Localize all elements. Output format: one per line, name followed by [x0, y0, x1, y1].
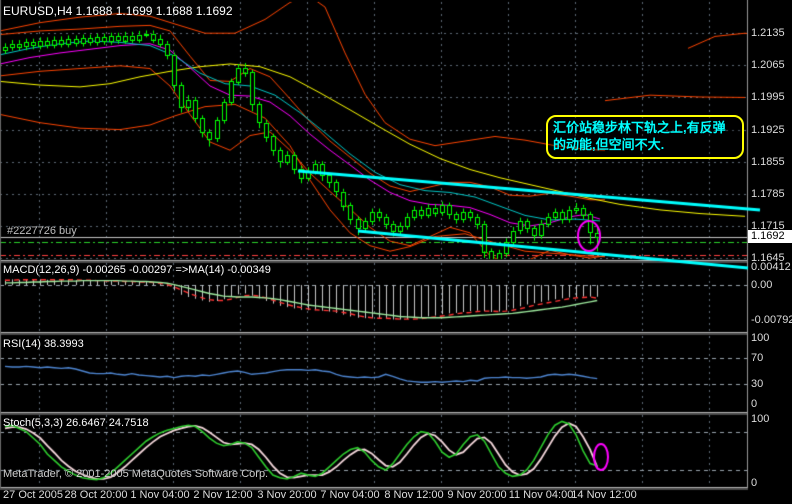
price-axis-tick: 1.1925	[751, 124, 785, 136]
price-axis-tick: 1.2135	[751, 27, 785, 39]
time-axis-tick: 28 Oct 20:00	[64, 489, 128, 501]
price-axis-tick: 30	[751, 378, 764, 390]
price-axis-tick: 100	[751, 413, 770, 425]
price-axis-tick: 0	[751, 398, 758, 410]
time-axis-tick: 9 Nov 20:00	[447, 489, 507, 501]
mt4-chart-window: EURUSD,H4 1.1688 1.1699 1.1688 1.1692 #2…	[0, 0, 792, 504]
chart-canvas[interactable]	[0, 0, 792, 504]
time-axis-tick: 27 Oct 2005	[3, 489, 63, 501]
time-axis-tick: 7 Nov 04:00	[320, 489, 380, 501]
price-axis-tick: 70	[751, 352, 764, 364]
time-axis-tick: 8 Nov 12:00	[384, 489, 444, 501]
price-axis-tick: 1.1785	[751, 188, 785, 200]
time-axis-tick: 1 Nov 04:00	[130, 489, 190, 501]
price-axis-tick: 1.2065	[751, 59, 785, 71]
price-axis-tick: 1.1855	[751, 156, 785, 168]
time-axis-tick: 11 Nov 04:00	[508, 489, 574, 501]
price-axis-tick: -0.00792	[751, 314, 792, 326]
price-axis-tick: 0	[751, 477, 758, 489]
price-axis-tick: 1.1715	[751, 220, 785, 232]
price-axis-tick: 1.1995	[751, 91, 785, 103]
time-axis-tick: 3 Nov 20:00	[257, 489, 317, 501]
price-axis-tick: 0.00412	[751, 261, 791, 273]
price-axis-tick: 0.00	[751, 279, 773, 291]
price-axis-tick: 100	[751, 332, 770, 344]
annotation-note[interactable]: 汇价站稳步林下轨之上,有反弹的动能,但空间不大.	[546, 115, 744, 159]
time-axis-tick: 2 Nov 12:00	[193, 489, 253, 501]
time-axis-tick: 14 Nov 12:00	[571, 489, 637, 501]
